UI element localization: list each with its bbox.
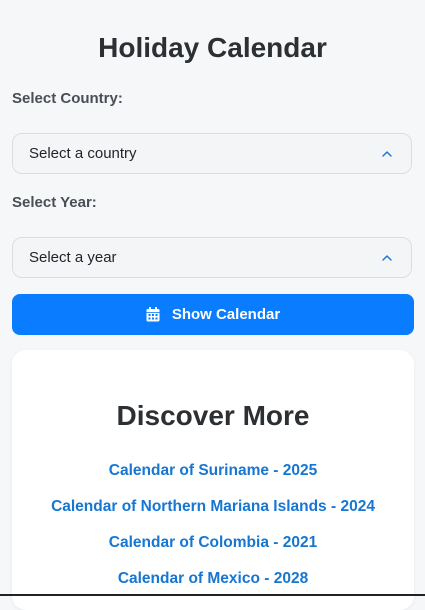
country-select[interactable]: Select a country xyxy=(12,133,412,174)
chevron-up-icon xyxy=(379,146,395,162)
country-select-value: Select a country xyxy=(29,145,137,162)
year-select-value: Select a year xyxy=(29,249,117,266)
country-label: Select Country: xyxy=(12,90,123,107)
year-select[interactable]: Select a year xyxy=(12,237,412,278)
calendar-link[interactable]: Calendar of Mexico - 2028 xyxy=(118,570,308,587)
discover-more-card: Discover More Calendar of Suriname - 202… xyxy=(12,350,414,610)
year-label: Select Year: xyxy=(12,194,97,211)
calendar-link[interactable]: Calendar of Northern Mariana Islands - 2… xyxy=(51,498,375,515)
list-item: Calendar of Suriname - 2025 xyxy=(12,459,414,495)
show-calendar-label: Show Calendar xyxy=(171,306,281,323)
calendar-icon xyxy=(146,307,160,322)
chevron-up-icon xyxy=(379,250,395,266)
page-title: Holiday Calendar xyxy=(98,32,327,63)
list-item: Calendar of Mexico - 2028 xyxy=(12,567,414,603)
discover-link-list: Calendar of Suriname - 2025 Calendar of … xyxy=(12,459,414,603)
calendar-link[interactable]: Calendar of Suriname - 2025 xyxy=(109,462,317,479)
list-item: Calendar of Colombia - 2021 xyxy=(12,531,414,567)
show-calendar-button[interactable]: Show Calendar xyxy=(12,294,414,335)
discover-more-title: Discover More xyxy=(116,400,310,431)
calendar-link[interactable]: Calendar of Colombia - 2021 xyxy=(109,534,317,551)
list-item: Calendar of Northern Mariana Islands - 2… xyxy=(12,495,414,531)
